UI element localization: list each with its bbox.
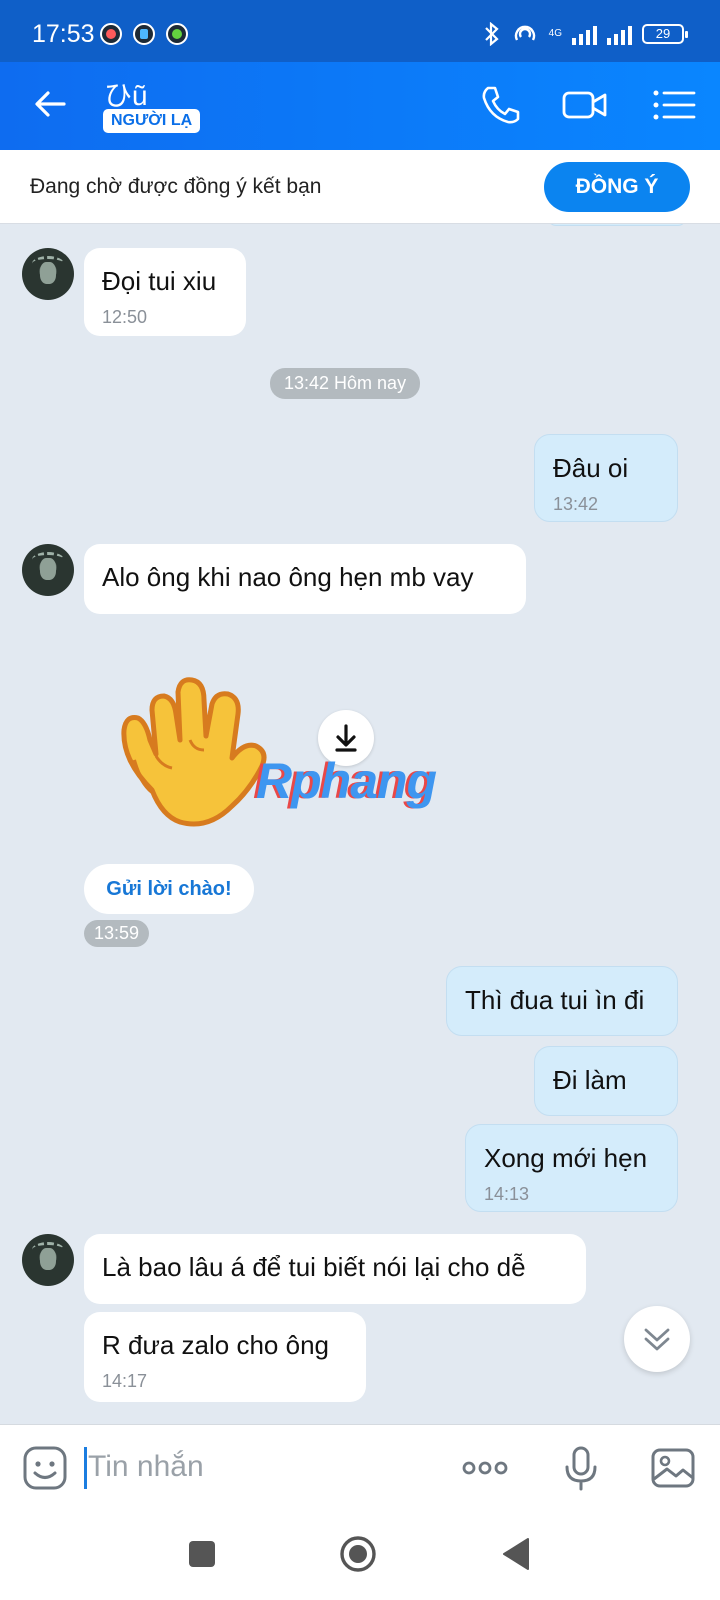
previous-message-bubble <box>548 224 686 226</box>
avatar[interactable] <box>22 544 74 596</box>
message-text: Đi làm <box>553 1065 627 1095</box>
network-type: 4G <box>548 28 562 39</box>
back-arrow-icon[interactable] <box>30 84 70 124</box>
message-bubble-outgoing[interactable]: Đi làm <box>534 1046 678 1116</box>
accept-friend-button[interactable]: ĐỒNG Ý <box>544 162 690 212</box>
image-icon[interactable] <box>650 1445 696 1491</box>
home-icon[interactable] <box>336 1532 380 1576</box>
watermark: Rphang <box>256 753 437 809</box>
video-camera-icon[interactable] <box>562 82 608 128</box>
message-time: 14:17 <box>102 1371 148 1391</box>
message-bubble-incoming[interactable]: Alo ông khi nao ông hẹn mb vay <box>84 544 526 614</box>
message-bubble-outgoing[interactable]: Xong mới hẹn 14:13 <box>465 1124 678 1212</box>
message-text: Alo ông khi nao ông hẹn mb vay <box>102 562 474 592</box>
message-text: Đọi tui xiu <box>102 266 217 296</box>
message-bubble-outgoing[interactable]: Đâu oi 13:42 <box>534 434 678 522</box>
message-bubble-outgoing[interactable]: Thì đua tui ìn đi <box>446 966 678 1036</box>
message-text: Thì đua tui ìn đi <box>465 985 645 1015</box>
more-dots-icon[interactable] <box>462 1445 508 1491</box>
bluetooth-icon <box>484 22 499 46</box>
message-text: Là bao lâu á để tui biết nói lại cho dễ <box>102 1252 526 1282</box>
back-icon[interactable] <box>494 1532 538 1576</box>
friend-request-bar: Đang chờ được đồng ý kết bạn ĐỒNG Ý <box>0 150 720 224</box>
system-navigation-bar <box>0 1510 720 1600</box>
notification-app-icon <box>133 23 155 45</box>
message-bubble-incoming[interactable]: R đưa zalo cho ông 14:17 <box>84 1312 366 1402</box>
double-chevron-down-icon <box>644 1328 670 1351</box>
friend-request-status: Đang chờ được đồng ý kết bạn <box>30 175 322 198</box>
message-input[interactable] <box>88 1443 418 1491</box>
signal-icon <box>572 23 597 45</box>
avatar[interactable] <box>22 248 74 300</box>
message-composer <box>0 1424 720 1510</box>
message-time: 14:13 <box>484 1184 530 1204</box>
phone-icon[interactable] <box>478 82 524 128</box>
message-text: R đưa zalo cho ông <box>102 1330 329 1360</box>
send-greeting-button[interactable]: Gửi lời chào! <box>84 864 254 914</box>
message-time: 12:50 <box>102 307 148 327</box>
scroll-to-bottom-button[interactable] <box>624 1306 690 1372</box>
message-time: 13:59 <box>84 920 150 947</box>
message-bubble-incoming[interactable]: Là bao lâu á để tui biết nói lại cho dễ <box>84 1234 586 1304</box>
chat-header: ひũ NGƯỜI LẠ <box>0 62 720 150</box>
message-text: Đâu oi <box>553 453 629 483</box>
status-bar: 17:53 4G 29 <box>0 0 720 62</box>
message-time: 13:42 <box>553 494 599 514</box>
date-divider: 13:42 Hôm nay <box>270 368 421 399</box>
microphone-icon[interactable] <box>558 1445 604 1491</box>
message-bubble-incoming[interactable]: Đọi tui xiu 12:50 <box>84 248 246 336</box>
text-cursor <box>84 1447 87 1489</box>
notification-app-icon <box>100 23 122 45</box>
emoji-icon[interactable] <box>22 1445 68 1491</box>
contact-name[interactable]: ひũ <box>104 74 148 114</box>
chat-messages[interactable]: Đọi tui xiu 12:50 13:42 Hôm nay Đâu oi 1… <box>0 224 720 1424</box>
message-text: Xong mới hẹn <box>484 1143 648 1173</box>
signal-icon <box>607 23 632 45</box>
avatar[interactable] <box>22 1234 74 1286</box>
notification-app-icon <box>166 23 188 45</box>
list-menu-icon[interactable] <box>652 82 698 128</box>
stranger-badge: NGƯỜI LẠ <box>103 109 201 133</box>
recent-apps-icon[interactable] <box>180 1532 224 1576</box>
battery-icon: 29 <box>642 24 688 44</box>
status-indicators: 4G 29 <box>483 20 688 48</box>
hotspot-icon <box>514 25 535 41</box>
status-time: 17:53 <box>32 20 95 48</box>
